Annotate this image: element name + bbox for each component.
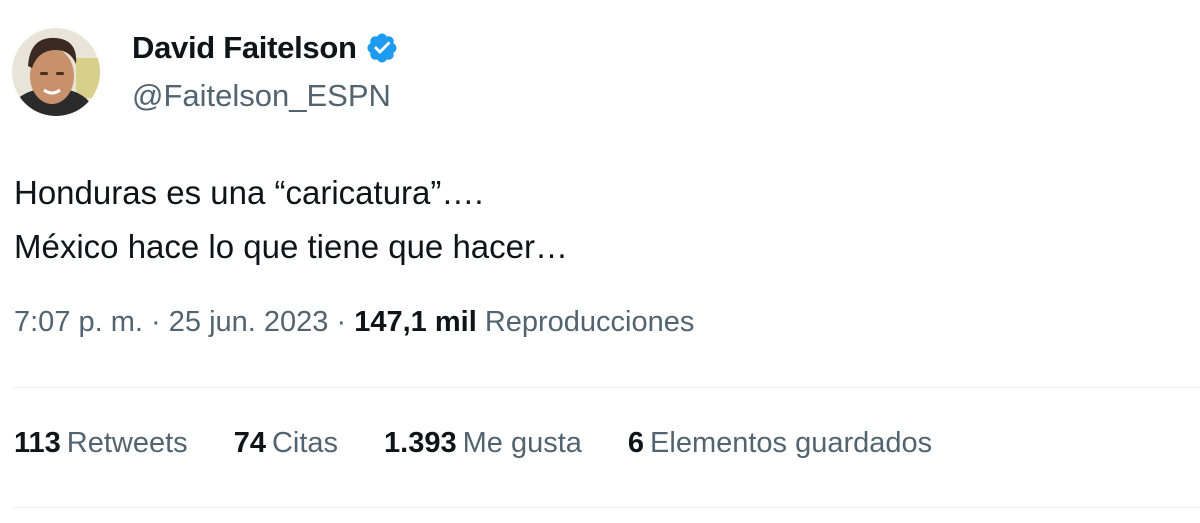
stat-bookmarks[interactable]: 6 Elementos guardados <box>628 427 932 460</box>
stat-quotes[interactable]: 74 Citas <box>234 427 338 460</box>
stat-label: Elementos guardados <box>650 427 933 459</box>
tweet-line: México hace lo que tiene que hacer… <box>14 228 569 265</box>
tweet-text: Honduras es una “caricatura”…. México ha… <box>14 166 568 274</box>
divider <box>12 387 1200 388</box>
stat-count: 6 <box>627 427 645 459</box>
meta-separator: · <box>336 306 347 338</box>
stat-label: Citas <box>271 427 339 459</box>
tweet-time[interactable]: 7:07 p. m. <box>14 306 143 338</box>
views-label: Reproducciones <box>484 306 695 338</box>
author-display-name[interactable]: David Faitelson <box>132 30 357 66</box>
views-count: 147,1 mil <box>354 306 477 338</box>
engagement-stats: 113 Retweets 74 Citas 1.393 Me gusta 6 Eleme… <box>14 427 978 460</box>
tweet-date[interactable]: 25 jun. 2023 <box>169 306 329 338</box>
meta-separator: · <box>151 306 161 338</box>
tweet-meta: 7:07 p. m. · 25 jun. 2023 · 147,1 mil Re… <box>14 306 694 339</box>
verified-badge-icon <box>367 33 397 63</box>
divider <box>12 507 1200 508</box>
avatar-photo-icon <box>12 28 100 116</box>
stat-count: 113 <box>14 427 61 459</box>
author-handle[interactable]: @Faitelson_ESPN <box>132 78 391 114</box>
stat-label: Me gusta <box>462 427 582 459</box>
tweet-line: Honduras es una “caricatura”…. <box>14 174 484 211</box>
stat-retweets[interactable]: 113 Retweets <box>14 427 188 460</box>
stat-likes[interactable]: 1.393 Me gusta <box>384 427 582 460</box>
author-name-row: David Faitelson <box>132 30 399 66</box>
stat-count: 1.393 <box>384 427 457 459</box>
stat-label: Retweets <box>66 427 188 459</box>
stat-count: 74 <box>233 427 266 459</box>
avatar[interactable] <box>12 28 100 116</box>
